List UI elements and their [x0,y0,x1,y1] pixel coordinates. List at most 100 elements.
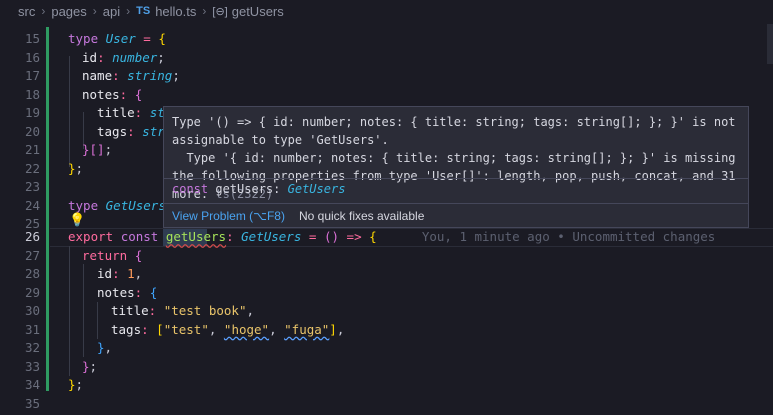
property: name [82,68,113,83]
punctuation: , [336,321,345,337]
property: title [111,303,149,318]
hover-divider [164,203,748,204]
type-name: str [142,123,165,139]
line-number: 33 [24,358,40,374]
property: tags [97,123,128,139]
operator: : [226,229,234,244]
type-name: User [105,31,136,46]
line-number: 19 [24,105,40,120]
git-blame-annotation: You, 1 minute ago • Uncommitted changes [421,229,716,244]
keyword: return [82,247,128,263]
type-name: GetUsers [241,229,302,244]
line-number: 27 [24,247,40,263]
breadcrumb-item-file[interactable]: hello.ts [155,4,196,19]
error-identifier[interactable]: getUsers [166,229,226,244]
bracket: ] [329,321,337,337]
code-line-20: tags: str [97,123,165,142]
indent-guide [69,246,70,376]
property: tags [111,321,142,337]
spelling-warning-string: "hoge" [223,321,270,337]
line-number: 32 [24,340,40,355]
breadcrumb-item-symbol[interactable]: getUsers [232,4,284,19]
decl-name: getUsers: [215,182,281,196]
property: id [97,266,113,281]
operator: : [97,49,105,65]
bracket: { [369,229,377,244]
breadcrumb-item-src[interactable]: src [18,4,35,19]
breadcrumb-item-api[interactable]: api [103,4,120,19]
line-number: 34 [24,377,40,392]
code-line-26: export const getUsers: GetUsers = () => … [68,228,715,247]
breadcrumb-item-pages[interactable]: pages [51,4,86,19]
operator: = [143,31,151,46]
code-line-29: notes: { [97,284,157,303]
operator: : [148,303,157,318]
line-number: 18 [24,86,40,102]
type-name: string [127,68,173,83]
error-message-line: Type '{ id: number; notes: { title: stri… [172,151,736,165]
code-line-19: title: st [97,104,165,123]
indent-guide [97,302,98,339]
no-quick-fixes-label: No quick fixes available [298,209,425,223]
type-name: GetUsers [105,197,166,213]
typescript-file-icon: TS [136,5,151,17]
line-number: 22 [24,160,40,176]
chevron-right-icon: › [92,4,97,18]
view-problem-link[interactable]: View Problem (⌥F8) [172,209,285,223]
bracket: [] [89,142,105,157]
line-number-active: 26 [24,229,40,244]
punctuation: ; [75,377,84,392]
error-hover-popup: Type '() => { id: number; notes: { title… [163,106,749,228]
bracket: { [134,247,143,263]
string: "test book" [163,303,247,318]
punctuation: ; [104,142,113,157]
error-message-line: assignable to type 'GetUsers'. [172,133,389,147]
chevron-right-icon: › [202,4,207,18]
error-message-line: the following properties from type 'User… [172,169,736,183]
operator: : [119,86,128,102]
operator: : [134,284,143,300]
hover-actions: View Problem (⌥F8) No quick fixes availa… [172,209,424,223]
code-line-28: id: 1, [97,265,142,284]
symbol-variable-icon: [⊖] [212,5,228,18]
punctuation: ; [89,358,98,374]
property: id [82,49,98,65]
punctuation: ; [172,68,180,83]
bracket: } [68,377,76,392]
code-line-18: notes: { [82,86,142,105]
line-number: 30 [24,303,40,318]
line-number: 35 [24,395,40,411]
punctuation: , [269,321,277,337]
lightbulb-icon[interactable]: 💡 [69,213,85,228]
punctuation: , [134,266,143,281]
code-line-21: }[]; [82,141,112,160]
keyword: type [68,197,99,213]
bracket: } [97,340,105,355]
line-number: 24 [24,197,40,213]
breadcrumb: src › pages › api › TS hello.ts › [⊖] ge… [0,0,773,22]
chevron-right-icon: › [41,4,46,18]
punctuation: , [208,321,217,337]
line-number: 14 [0,24,40,27]
code-line-15: type User = { [68,30,166,49]
code-editor[interactable]: 14 15 16 17 18 19 20 21 22 23 24 25 26 2… [0,24,773,415]
line-number: 17 [24,68,40,83]
operator: => [346,229,362,244]
code-line-27: return { [82,247,142,266]
keyword: type [68,31,99,46]
bracket: } [68,160,76,176]
line-number: 28 [24,266,40,281]
hover-divider [164,178,748,179]
line-number: 20 [24,123,40,139]
string: "test" [163,321,209,337]
keyword: const [120,229,159,244]
bracket: () [323,229,340,244]
keyword: export [68,229,114,244]
line-number: 16 [24,49,40,65]
line-number: 31 [24,321,40,337]
bracket: } [82,358,90,374]
bracket: { [149,284,158,300]
code-line-32: }, [97,339,112,358]
code-line-31: tags: ["test", "hoge", "fuga"], [111,321,344,340]
code-line-22: }; [68,160,83,179]
